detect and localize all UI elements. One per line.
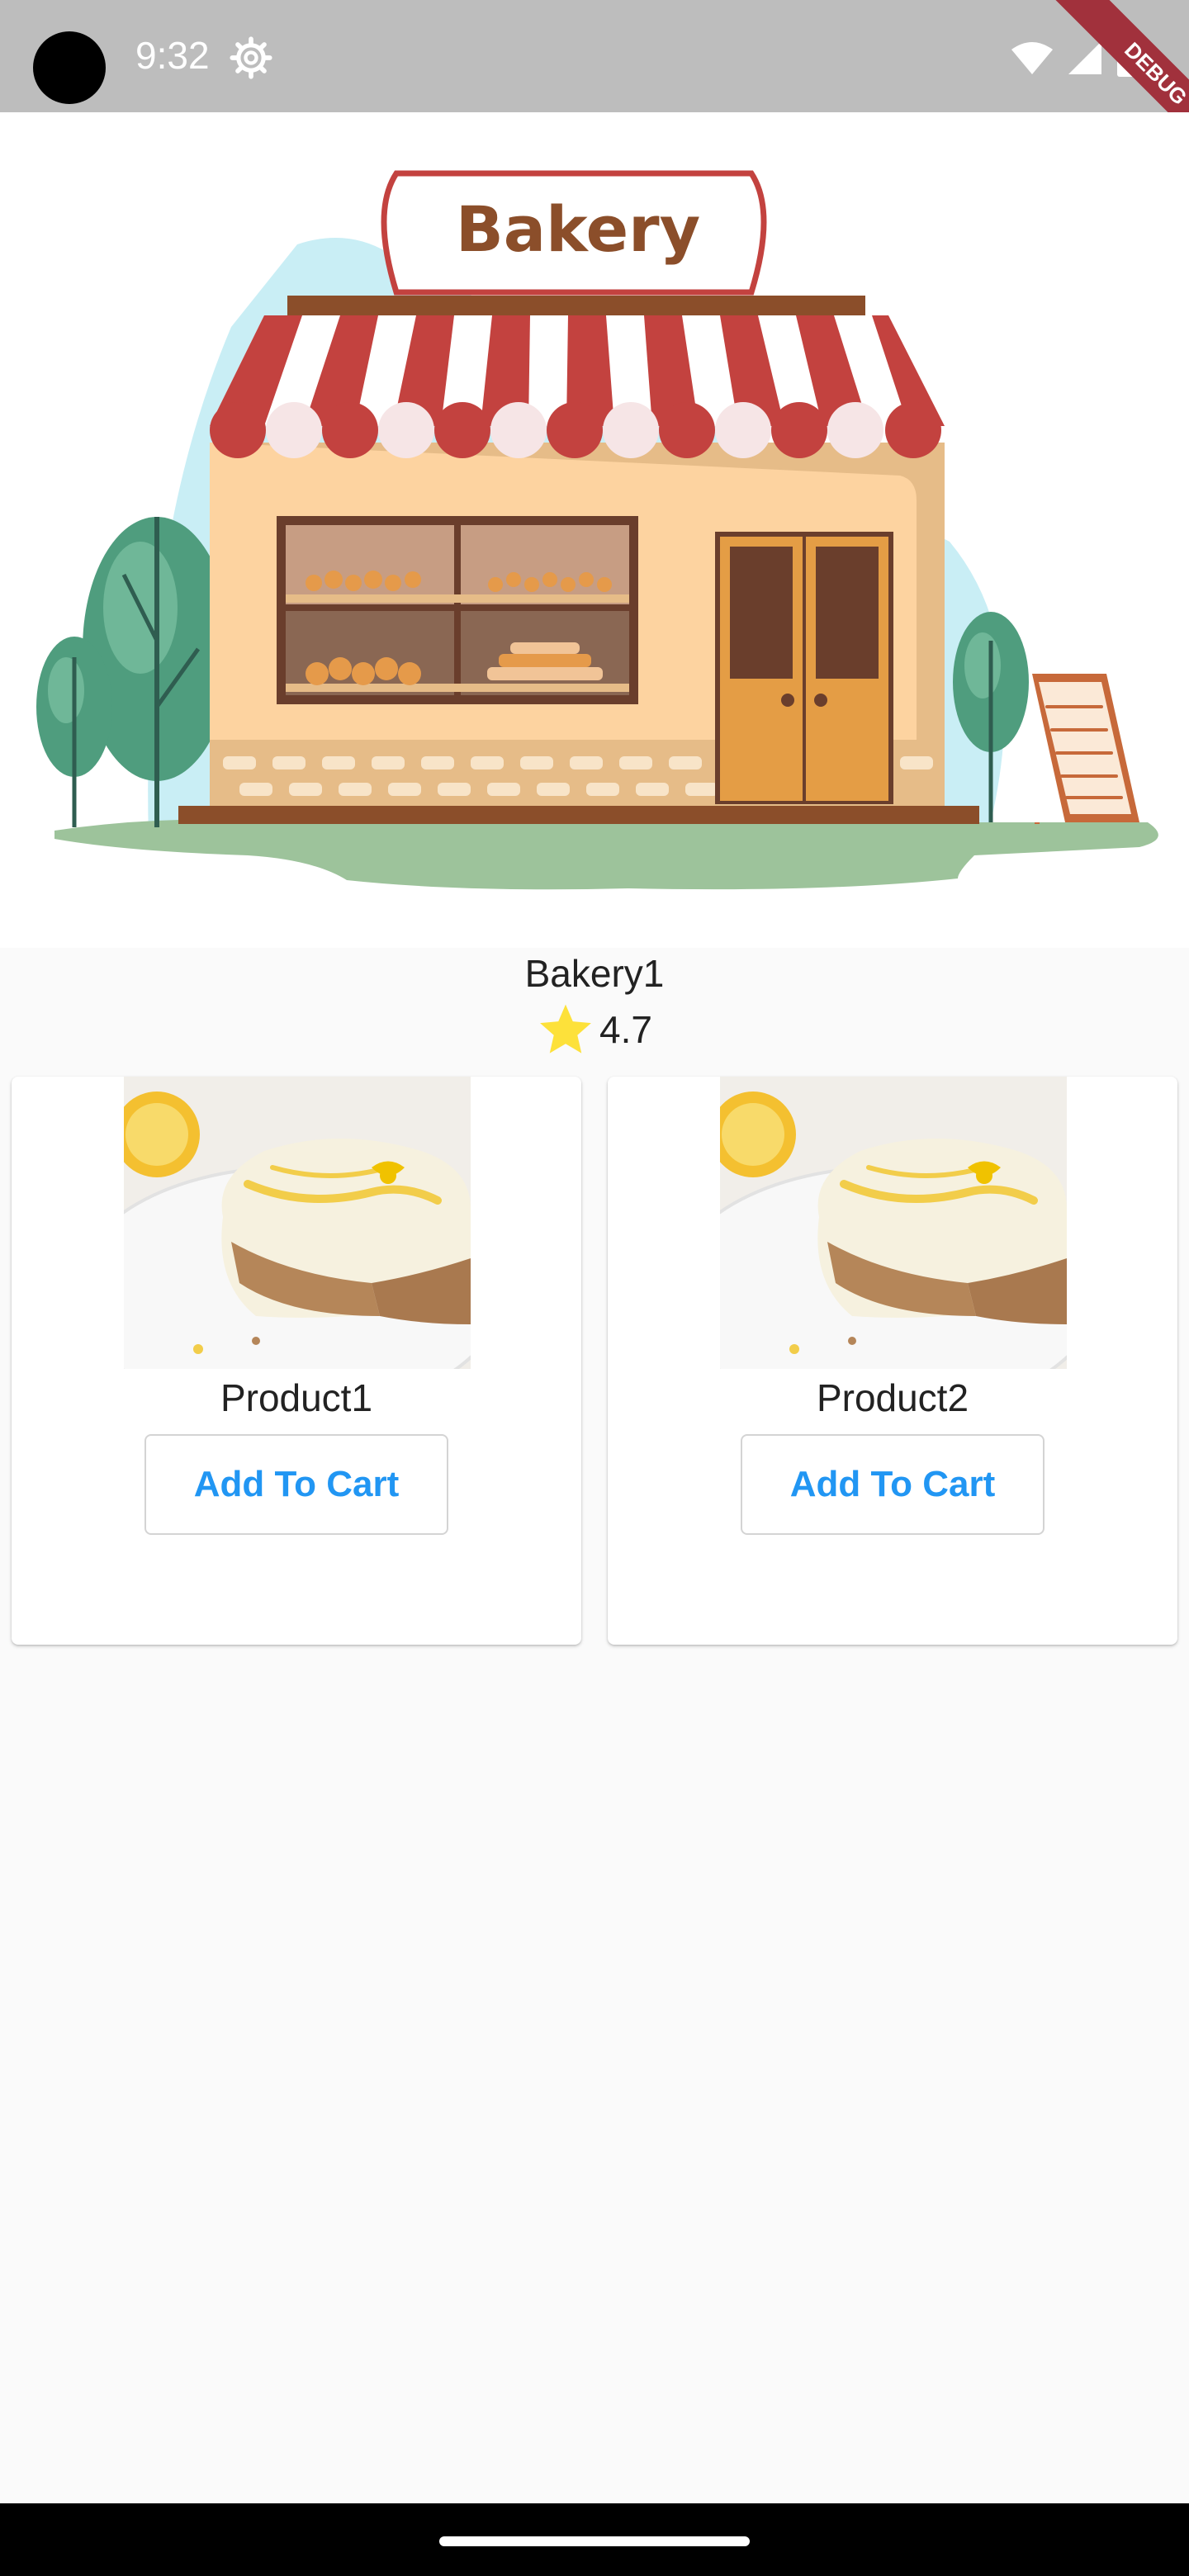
shop-rating: 4.7 [0,1001,1189,1058]
star-icon [540,1004,591,1054]
home-gesture-handle[interactable] [439,2536,750,2546]
camera-cutout [33,31,106,104]
product-name: Product2 [816,1376,969,1419]
product-card: Product1 Add To Cart [12,1077,581,1645]
add-to-cart-button[interactable]: Add To Cart [741,1434,1045,1535]
product-image [720,1077,1067,1369]
bakery-sign-text: Bakery [456,192,700,266]
status-bar: 9:32 DEBUG [0,0,1189,173]
navigation-bar [0,2503,1189,2576]
shop-name: Bakery1 [524,952,665,995]
product-name: Product1 [220,1376,373,1419]
bakery-storefront-illustration: Bakery [36,170,1158,890]
add-to-cart-button[interactable]: Add To Cart [144,1434,448,1535]
rating-value: 4.7 [599,1008,652,1051]
product-card: Product2 Add To Cart [608,1077,1177,1645]
settings-icon [230,36,272,79]
hero-banner: Bakery [0,112,1189,948]
status-time: 9:32 [135,34,210,77]
product-image [124,1077,471,1369]
